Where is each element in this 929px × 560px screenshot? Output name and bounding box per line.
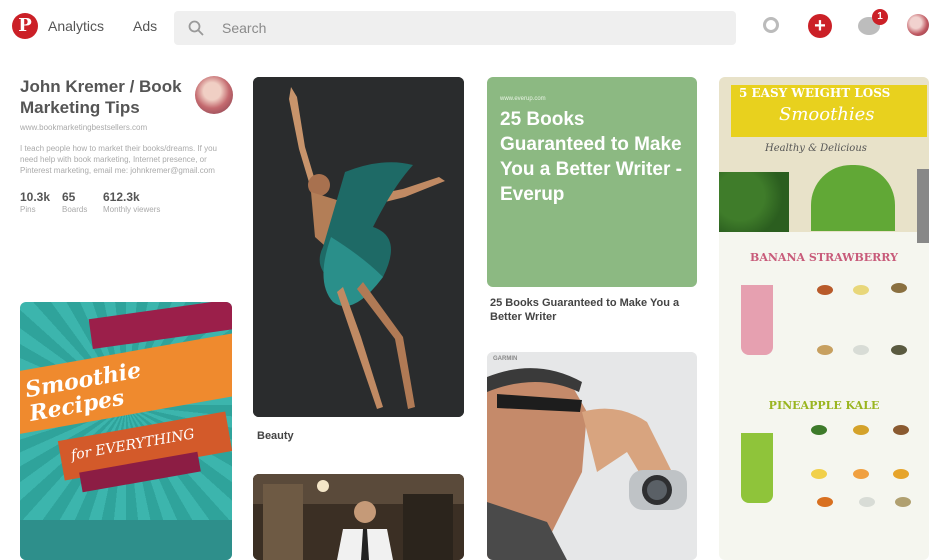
ingredient-icon <box>853 425 869 435</box>
ingredient-icon <box>891 345 907 355</box>
section-heading: BANANA STRAWBERRY <box>750 251 898 264</box>
search-input[interactable]: Search <box>222 20 266 36</box>
pin-footer-graphic <box>20 520 232 560</box>
pin-caption[interactable]: Beauty <box>257 429 294 443</box>
profile-name[interactable]: John Kremer / Book Marketing Tips <box>20 76 190 118</box>
profile-bio: I teach people how to market their books… <box>20 144 217 175</box>
ingredient-icon <box>859 497 875 507</box>
nav-analytics[interactable]: Analytics <box>48 18 104 34</box>
pink-smoothie-graphic <box>741 285 773 355</box>
pin-caption[interactable]: 25 Books Guaranteed to Make You a Better… <box>490 296 690 324</box>
ingredient-icon <box>853 285 869 295</box>
kale-graphic <box>719 172 789 232</box>
side-tab[interactable] <box>917 169 929 243</box>
stat-boards[interactable]: 65 Boards <box>62 190 87 214</box>
search-icon <box>188 20 204 36</box>
stat-value: 10.3k <box>20 190 51 204</box>
profile-stats: 10.3k Pins 65 Boards 612.3k Monthly view… <box>20 190 235 220</box>
ingredient-icon <box>817 497 833 507</box>
stat-value: 612.3k <box>103 190 140 204</box>
pin-smoothie-infographic[interactable]: 5 EASY WEIGHT LOSS Smoothies Healthy & D… <box>719 77 929 560</box>
ingredient-icon <box>895 497 911 507</box>
pin-office-photo[interactable] <box>253 474 464 560</box>
ingredient-icon <box>811 469 827 479</box>
infographic-title-script: Smoothies <box>779 104 875 125</box>
pin-runner-watch[interactable]: GARMIN <box>487 352 697 560</box>
ingredient-icon <box>891 283 907 293</box>
green-smoothie-graphic <box>741 433 773 503</box>
office-illustration <box>253 474 464 560</box>
dancer-illustration <box>253 77 464 417</box>
infographic-tagline: Healthy & Delicious <box>765 143 867 154</box>
ingredient-icon <box>817 345 833 355</box>
smoothie-glass-graphic <box>811 165 895 231</box>
search-bar[interactable]: Search <box>174 11 736 45</box>
stat-value: 65 <box>62 190 76 204</box>
ingredient-icon <box>811 425 827 435</box>
ingredient-icon <box>853 469 869 479</box>
stat-label: Pins <box>20 205 36 214</box>
ingredient-icon <box>817 285 833 295</box>
stat-label: Monthly viewers <box>103 205 161 214</box>
pin-source: www.everup.com <box>500 96 546 102</box>
ingredient-icon <box>893 425 909 435</box>
notification-badge: 1 <box>872 9 888 25</box>
add-pin-button[interactable]: + <box>808 14 832 38</box>
stat-pins[interactable]: 10.3k Pins <box>20 190 50 214</box>
pin-books-writer[interactable]: www.everup.com 25 Books Guaranteed to Ma… <box>487 77 697 287</box>
section-heading: PINEAPPLE KALE <box>768 399 880 412</box>
pin-title: 25 Books Guaranteed to Make You a Better… <box>500 109 682 205</box>
profile-url[interactable]: www.bookmarketingbestsellers.com <box>20 122 195 133</box>
explore-icon[interactable] <box>763 17 779 33</box>
top-header: P Analytics Ads Search + 1 <box>0 0 929 54</box>
infographic-title: 5 EASY WEIGHT LOSS <box>739 86 891 100</box>
pin-smoothie-recipes[interactable]: Smoothie Recipes for EVERYTHING <box>20 302 232 560</box>
runner-illustration <box>487 352 697 560</box>
ingredient-icon <box>893 469 909 479</box>
nav-ads[interactable]: Ads <box>133 18 157 34</box>
profile-card: John Kremer / Book Marketing Tips www.bo… <box>20 76 235 220</box>
pinterest-logo-icon[interactable]: P <box>12 13 38 39</box>
stat-monthly-viewers[interactable]: 612.3k Monthly viewers <box>103 190 160 214</box>
ingredient-icon <box>853 345 869 355</box>
user-avatar-icon[interactable] <box>907 14 929 36</box>
profile-avatar[interactable] <box>195 76 233 114</box>
pin-dancer-image[interactable] <box>253 77 464 417</box>
pin-brand-label: GARMIN <box>493 356 518 362</box>
stat-label: Boards <box>62 205 88 214</box>
